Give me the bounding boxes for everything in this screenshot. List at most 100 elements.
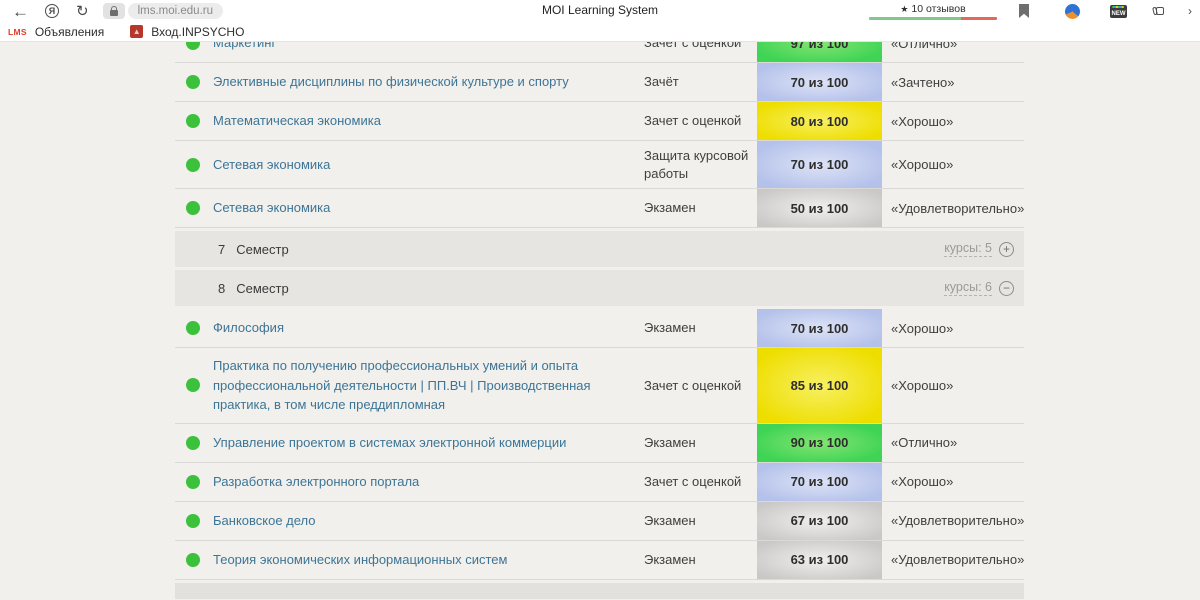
exam-type-text: Зачёт	[644, 63, 757, 101]
rating-bar-positive	[869, 17, 961, 20]
courses-count-link[interactable]: курсы: 5	[944, 241, 992, 257]
grade-text: «Удовлетворительно»	[882, 541, 1024, 579]
status-cell	[175, 102, 213, 140]
course-row: Теория экономических информационных сист…	[175, 541, 1024, 580]
status-cell	[175, 141, 213, 188]
exam-type-text: Зачет с оценкой	[644, 348, 757, 423]
exam-type-text: Экзамен	[644, 541, 757, 579]
expand-toggle-icon[interactable]: −	[999, 281, 1014, 296]
extension-icon[interactable]	[1065, 4, 1080, 19]
site-favicon: ▲	[130, 25, 143, 38]
bookmark-ribbon-icon[interactable]	[1019, 4, 1029, 18]
gesture-hand-icon[interactable]	[1153, 7, 1164, 15]
status-cell	[175, 541, 213, 579]
status-dot-icon	[186, 475, 200, 489]
score-cell: 50 из 100	[757, 189, 882, 227]
rating-bar-negative	[961, 17, 997, 20]
status-cell	[175, 63, 213, 101]
course-name-link[interactable]: Практика по получению профессиональных у…	[213, 348, 644, 423]
course-row: Математическая экономика Зачет с оценкой…	[175, 102, 1024, 141]
course-name-link[interactable]: Теория экономических информационных сист…	[213, 541, 644, 579]
exam-type-text: Экзамен	[644, 502, 757, 540]
course-row: Практика по получению профессиональных у…	[175, 348, 1024, 424]
course-name-link[interactable]: Управление проектом в системах электронн…	[213, 424, 644, 462]
site-reviews-widget[interactable]: ★10 отзывов	[869, 3, 997, 20]
score-cell: 70 из 100	[757, 63, 882, 101]
star-icon: ★	[900, 4, 908, 14]
expand-toggle-icon[interactable]: +	[999, 242, 1014, 257]
course-name-link[interactable]: Банковское дело	[213, 502, 644, 540]
semester-row: 8 Семестр курсы: 6 −	[175, 270, 1024, 306]
course-name-link[interactable]: Маркетинг	[213, 42, 644, 62]
score-cell: 70 из 100	[757, 463, 882, 501]
browser-toolbar: ← Я ↻ lms.moi.edu.ru MOI Learning System…	[0, 0, 1200, 22]
course-name-link[interactable]: Сетевая экономика	[213, 189, 644, 227]
grade-text: «Отлично»	[882, 424, 1024, 462]
cutoff-toolbar-icon[interactable]: ›	[1188, 4, 1194, 18]
course-name-link[interactable]: Философия	[213, 309, 644, 347]
course-row: Маркетинг Зачет с оценкой 97 из 100 «Отл…	[175, 42, 1024, 63]
course-row: Разработка электронного портала Зачет с …	[175, 463, 1024, 502]
semester-number: 8	[218, 281, 225, 296]
status-dot-icon	[186, 321, 200, 335]
browser-window: ← Я ↻ lms.moi.edu.ru MOI Learning System…	[0, 0, 1200, 600]
status-dot-icon	[186, 514, 200, 528]
refresh-button[interactable]: ↻	[76, 4, 89, 19]
grade-text: «Хорошо»	[882, 309, 1024, 347]
status-cell	[175, 309, 213, 347]
semester-number: 7	[218, 242, 225, 257]
bookmark-item-login[interactable]: ▲ Вход.INPSYCHO	[130, 25, 244, 39]
status-cell	[175, 348, 213, 423]
status-cell	[175, 463, 213, 501]
semester-row: 7 Семестр курсы: 5 +	[175, 231, 1024, 267]
course-row: Элективные дисциплины по физической куль…	[175, 63, 1024, 102]
grade-text: «Хорошо»	[882, 102, 1024, 140]
grades-table: Маркетинг Зачет с оценкой 97 из 100 «Отл…	[175, 42, 1024, 599]
lock-icon-body	[110, 10, 118, 16]
semester-label: Семестр	[236, 242, 288, 257]
status-dot-icon	[186, 436, 200, 450]
lms-favicon: LMS	[8, 27, 27, 37]
back-button[interactable]: ←	[12, 3, 29, 20]
status-dot-icon	[186, 378, 200, 392]
score-cell: 70 из 100	[757, 309, 882, 347]
status-dot-icon	[186, 114, 200, 128]
grade-text: «Удовлетворительно»	[882, 502, 1024, 540]
semester-controls: курсы: 5 +	[944, 241, 1014, 257]
course-row: Управление проектом в системах электронн…	[175, 424, 1024, 463]
exam-type-text: Защита курсовой работы	[644, 141, 757, 188]
status-dot-icon	[186, 201, 200, 215]
grade-text: «Хорошо»	[882, 141, 1024, 188]
rating-bar	[869, 17, 997, 20]
course-name-link[interactable]: Разработка электронного портала	[213, 463, 644, 501]
bookmark-item-announcements[interactable]: LMS Объявления	[8, 25, 104, 39]
score-cell: 63 из 100	[757, 541, 882, 579]
status-dot-icon	[186, 553, 200, 567]
score-cell: 85 из 100	[757, 348, 882, 423]
browser-profile-icon[interactable]: Я	[45, 4, 59, 18]
grade-text: «Отлично»	[882, 42, 1024, 62]
score-cell: 70 из 100	[757, 141, 882, 188]
new-features-icon[interactable]: NEW	[1110, 5, 1127, 18]
course-row: Сетевая экономика Экзамен 50 из 100 «Удо…	[175, 189, 1024, 228]
exam-type-text: Зачет с оценкой	[644, 102, 757, 140]
status-dot-icon	[186, 42, 200, 50]
course-name-link[interactable]: Элективные дисциплины по физической куль…	[213, 63, 644, 101]
site-security-button[interactable]	[103, 3, 125, 19]
course-name-link[interactable]: Математическая экономика	[213, 102, 644, 140]
courses-count-link[interactable]: курсы: 6	[944, 280, 992, 296]
course-row: Банковское дело Экзамен 67 из 100 «Удовл…	[175, 502, 1024, 541]
exam-type-text: Зачет с оценкой	[644, 463, 757, 501]
exam-type-text: Экзамен	[644, 309, 757, 347]
toolbar-right-cluster: ★10 отзывов NEW ›	[869, 0, 1194, 22]
reviews-label: ★10 отзывов	[900, 3, 965, 15]
address-bar[interactable]: lms.moi.edu.ru	[128, 3, 223, 19]
exam-type-text: Экзамен	[644, 189, 757, 227]
bookmarks-bar: LMS Объявления ▲ Вход.INPSYCHO	[0, 22, 1200, 42]
course-row: Сетевая экономика Защита курсовой работы…	[175, 141, 1024, 189]
course-name-link[interactable]: Сетевая экономика	[213, 141, 644, 188]
score-cell: 80 из 100	[757, 102, 882, 140]
status-cell	[175, 189, 213, 227]
semester-row-partial	[175, 583, 1024, 599]
grade-text: «Удовлетворительно»	[882, 189, 1024, 227]
